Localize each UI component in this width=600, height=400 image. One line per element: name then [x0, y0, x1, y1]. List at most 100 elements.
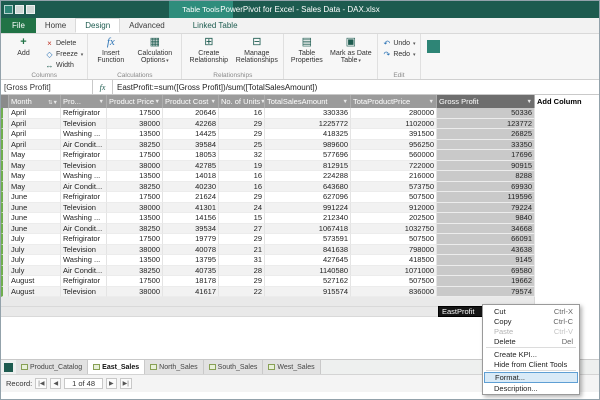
- cell-product-cost[interactable]: 21624: [163, 192, 219, 203]
- cell-product[interactable]: Television: [61, 160, 107, 171]
- cell-add-column[interactable]: [535, 255, 599, 266]
- cell-product-cost[interactable]: 40230: [163, 181, 219, 192]
- cell-product-cost[interactable]: 42785: [163, 160, 219, 171]
- cell-product[interactable]: Washing ...: [61, 129, 107, 140]
- cell-units[interactable]: 29: [219, 192, 265, 203]
- cell-units[interactable]: 27: [219, 223, 265, 234]
- cell-add-column[interactable]: [535, 202, 599, 213]
- cell-add-column[interactable]: [535, 223, 599, 234]
- cell-product[interactable]: Air Condit...: [61, 181, 107, 192]
- table-row[interactable]: August Refrigirator 17500 18178 29 527162 5075…: [1, 276, 599, 287]
- cell-units[interactable]: 16: [219, 171, 265, 182]
- record-first-button[interactable]: |◀: [35, 378, 48, 389]
- menu-item-createkpi[interactable]: Create KPI...: [484, 349, 578, 359]
- column-header-units[interactable]: No. of Units▼: [219, 95, 265, 108]
- width-button[interactable]: ↔ Width: [45, 61, 83, 70]
- table-row[interactable]: April Washing ... 13500 14425 29 418325 391500…: [1, 129, 599, 140]
- cell-totalproductprice[interactable]: 507500: [351, 234, 437, 245]
- cell-units[interactable]: 29: [219, 129, 265, 140]
- cell-product[interactable]: Washing ...: [61, 171, 107, 182]
- cell-product[interactable]: Washing ...: [61, 255, 107, 266]
- cell-product-price[interactable]: 13500: [107, 255, 163, 266]
- cell-product-cost[interactable]: 39584: [163, 139, 219, 150]
- sheet-tab-east_sales[interactable]: East_Sales: [88, 360, 146, 374]
- cell-product[interactable]: Air Condit...: [61, 223, 107, 234]
- cell-gross-profit[interactable]: 43638: [437, 244, 535, 255]
- cell-product-cost[interactable]: 41617: [163, 286, 219, 297]
- cell-totalproductprice[interactable]: 722000: [351, 160, 437, 171]
- cell-product-price[interactable]: 17500: [107, 108, 163, 119]
- cell-add-column[interactable]: [535, 213, 599, 224]
- cell-gross-profit[interactable]: 34668: [437, 223, 535, 234]
- cell-month[interactable]: July: [9, 234, 61, 245]
- cell-totalproductprice[interactable]: 418500: [351, 255, 437, 266]
- cell-month[interactable]: May: [9, 160, 61, 171]
- cell-totalproductprice[interactable]: 560000: [351, 150, 437, 161]
- menu-item-cut[interactable]: Cut Ctrl-X: [484, 306, 578, 316]
- column-header-product-price[interactable]: Product Price ▼: [107, 95, 163, 108]
- table-row[interactable]: June Television 38000 41301 24 991224 912000 79…: [1, 202, 599, 213]
- save-icon[interactable]: [15, 5, 24, 14]
- row-gutter[interactable]: [1, 234, 9, 245]
- cell-units[interactable]: 15: [219, 213, 265, 224]
- table-row[interactable]: April Refrigirator 17500 20646 16 330336 28000…: [1, 108, 599, 119]
- cell-totalproductprice[interactable]: 507500: [351, 192, 437, 203]
- customize-toolbar-icon[interactable]: [26, 5, 35, 14]
- cell-month[interactable]: June: [9, 202, 61, 213]
- cell-add-column[interactable]: [535, 160, 599, 171]
- cell-product-cost[interactable]: 14425: [163, 129, 219, 140]
- cell-units[interactable]: 29: [219, 118, 265, 129]
- cell-add-column[interactable]: [535, 118, 599, 129]
- cell-totalsalesamount[interactable]: 1140580: [265, 265, 351, 276]
- cell-units[interactable]: 29: [219, 234, 265, 245]
- cell-add-column[interactable]: [535, 276, 599, 287]
- cell-product-cost[interactable]: 41301: [163, 202, 219, 213]
- cell-product-price[interactable]: 17500: [107, 234, 163, 245]
- cell-totalproductprice[interactable]: 280000: [351, 108, 437, 119]
- insert-function-fx-button[interactable]: fx: [93, 80, 113, 94]
- tab-linked-table[interactable]: Linked Table: [184, 18, 247, 33]
- table-row[interactable]: June Air Condit... 38250 39534 27 1067418 1032…: [1, 223, 599, 234]
- table-row[interactable]: May Air Condit... 38250 40230 16 643680 573750…: [1, 181, 599, 192]
- column-header-totalsalesamount[interactable]: TotalSalesAmount ▼: [265, 95, 351, 108]
- redo-button[interactable]: ↷ Redo ▾: [382, 50, 415, 59]
- cell-product-price[interactable]: 17500: [107, 276, 163, 287]
- row-gutter[interactable]: [1, 202, 9, 213]
- cell-gross-profit[interactable]: 90915: [437, 160, 535, 171]
- calculation-options-button[interactable]: ▦ Calculation Options▾: [132, 36, 177, 70]
- cell-month[interactable]: July: [9, 244, 61, 255]
- cell-units[interactable]: 25: [219, 139, 265, 150]
- name-box[interactable]: [Gross Profit]: [1, 80, 93, 94]
- cell-add-column[interactable]: [535, 286, 599, 297]
- cell-totalsalesamount[interactable]: 915574: [265, 286, 351, 297]
- table-row[interactable]: May Washing ... 13500 14018 16 224288 216000 82…: [1, 171, 599, 182]
- cell-product[interactable]: Television: [61, 286, 107, 297]
- cell-gross-profit[interactable]: 17696: [437, 150, 535, 161]
- menu-item-copy[interactable]: Copy Ctrl-C: [484, 316, 578, 326]
- cell-totalsalesamount[interactable]: 1067418: [265, 223, 351, 234]
- cell-totalsalesamount[interactable]: 577696: [265, 150, 351, 161]
- cell-product-price[interactable]: 13500: [107, 213, 163, 224]
- cell-product-price[interactable]: 17500: [107, 150, 163, 161]
- table-row[interactable]: May Television 38000 42785 19 812915 722000 909…: [1, 160, 599, 171]
- cell-month[interactable]: April: [9, 118, 61, 129]
- filter-icon[interactable]: ▼: [527, 99, 532, 105]
- filter-icon[interactable]: ▼: [211, 99, 216, 105]
- cell-product-price[interactable]: 38000: [107, 202, 163, 213]
- cell-totalsalesamount[interactable]: 841638: [265, 244, 351, 255]
- cell-product-cost[interactable]: 42268: [163, 118, 219, 129]
- filter-icon[interactable]: ▼: [99, 99, 104, 105]
- cell-gross-profit[interactable]: 33350: [437, 139, 535, 150]
- cell-units[interactable]: 32: [219, 150, 265, 161]
- column-header-gross-profit[interactable]: Gross Profit ▼: [437, 95, 535, 108]
- cell-totalproductprice[interactable]: 912000: [351, 202, 437, 213]
- freeze-button[interactable]: ◇ Freeze ▾: [45, 50, 83, 59]
- cell-totalsalesamount[interactable]: 1225772: [265, 118, 351, 129]
- cell-product-cost[interactable]: 40735: [163, 265, 219, 276]
- cell-gross-profit[interactable]: 123772: [437, 118, 535, 129]
- menu-item-format[interactable]: Format...: [484, 372, 578, 383]
- add-column-button[interactable]: + Add: [5, 36, 42, 70]
- table-row[interactable]: May Refrigirator 17500 18053 32 577696 560000 1…: [1, 150, 599, 161]
- cell-add-column[interactable]: [535, 129, 599, 140]
- cell-product[interactable]: Television: [61, 118, 107, 129]
